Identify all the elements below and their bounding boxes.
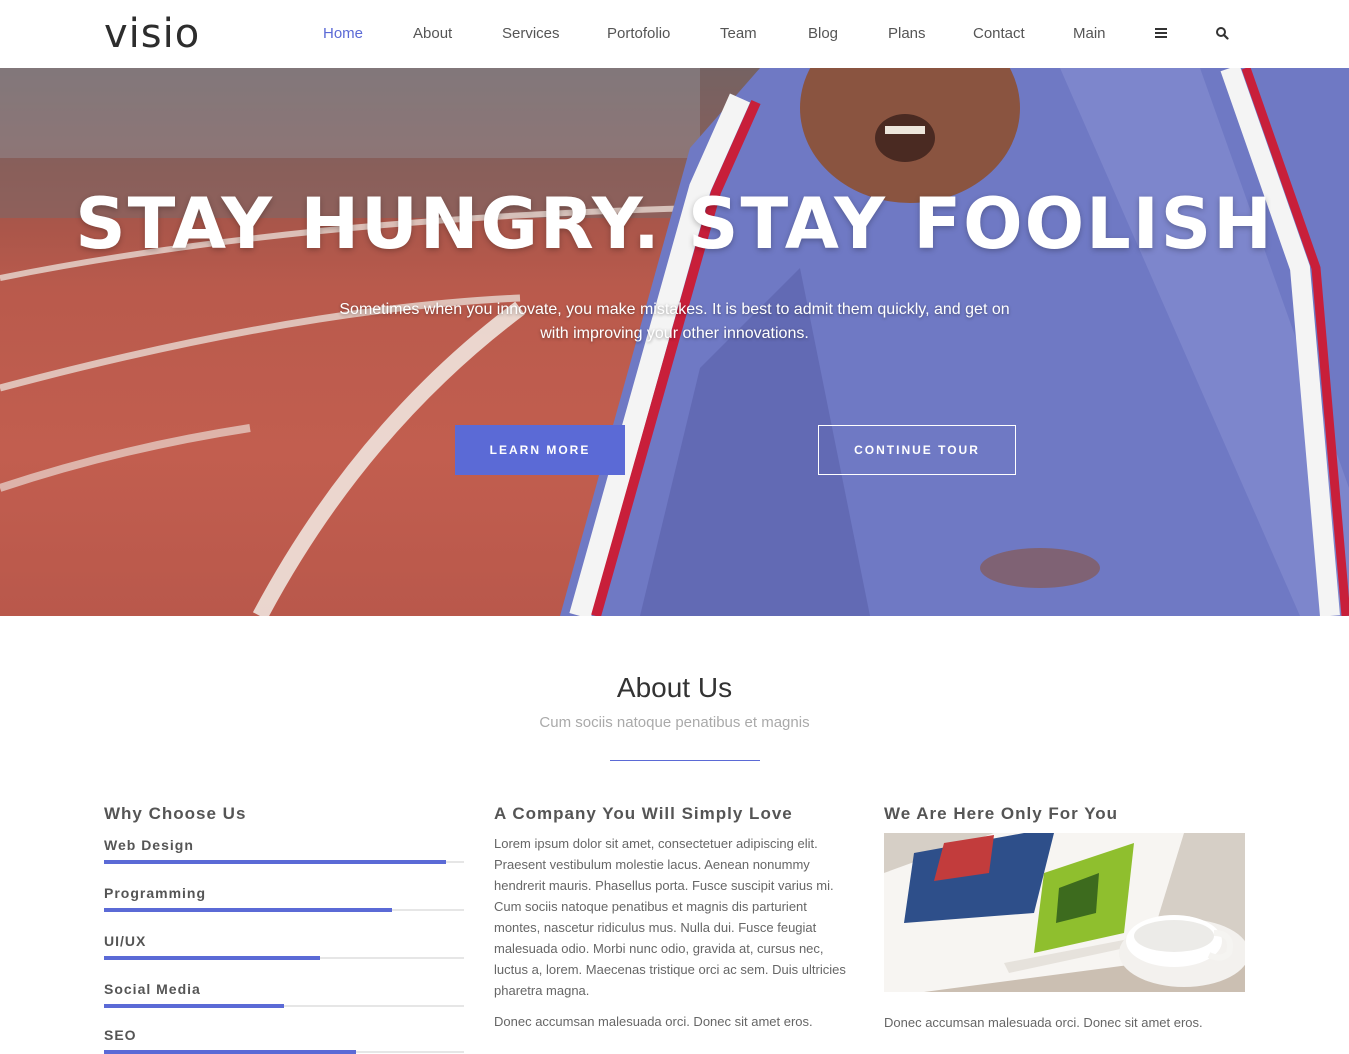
logo[interactable]: visio xyxy=(104,10,200,58)
section-title: About Us xyxy=(616,672,733,703)
skill-track xyxy=(104,908,464,912)
skill-fill xyxy=(104,1050,356,1054)
nav-item-main[interactable]: Main xyxy=(1073,24,1106,44)
magazine-coffee-image xyxy=(884,833,1245,992)
company-text: Lorem ipsum dolor sit amet, consectetuer… xyxy=(494,836,846,998)
company-text-2: Donec accumsan malesuada orci. Donec sit… xyxy=(494,1014,813,1029)
nav-item-team[interactable]: Team xyxy=(720,24,757,44)
skill-label: Social Media xyxy=(104,981,201,997)
hamburger-icon[interactable] xyxy=(1154,25,1170,43)
skill-seo: SEO xyxy=(104,1026,464,1054)
skill-fill xyxy=(104,1004,284,1008)
skill-programming: Programming xyxy=(104,884,464,912)
top-navbar: visio Home About Services Portofolio Tea… xyxy=(0,0,1349,68)
nav-item-home[interactable]: Home xyxy=(323,24,363,44)
company-title: A Company You Will Simply Love xyxy=(494,804,793,823)
learn-more-button[interactable]: LEARN MORE xyxy=(455,425,625,475)
skill-ui-ux: UI/UX xyxy=(104,932,464,960)
skill-track xyxy=(104,1050,464,1054)
skill-track xyxy=(104,956,464,960)
here-for-you-title: We Are Here Only For You xyxy=(884,804,1119,823)
nav-item-about[interactable]: About xyxy=(413,24,452,44)
skill-fill xyxy=(104,956,320,960)
hero-title: STAY HUNGRY. STAY FOOLISH xyxy=(75,183,1274,265)
hero-subtitle: Sometimes when you innovate, you make mi… xyxy=(339,301,1010,342)
search-icon[interactable] xyxy=(1215,25,1231,43)
nav-item-services[interactable]: Services xyxy=(502,24,560,44)
here-for-you-text: Donec accumsan malesuada orci. Donec sit… xyxy=(884,1015,1203,1030)
hero-section: STAY HUNGRY. STAY FOOLISH Sometimes when… xyxy=(0,68,1349,616)
skill-label: UI/UX xyxy=(104,933,147,949)
nav-item-portofolio[interactable]: Portofolio xyxy=(607,24,670,44)
skill-label: Web Design xyxy=(104,837,194,853)
skill-track xyxy=(104,860,464,864)
skill-fill xyxy=(104,860,446,864)
skill-label: Programming xyxy=(104,885,207,901)
skill-label: SEO xyxy=(104,1027,137,1043)
section-divider xyxy=(610,760,760,761)
section-subtitle: Cum sociis natoque penatibus et magnis xyxy=(539,714,810,731)
skill-track xyxy=(104,1004,464,1008)
skill-social-media: Social Media xyxy=(104,980,464,1008)
skill-web-design: Web Design xyxy=(104,836,464,864)
nav-item-contact[interactable]: Contact xyxy=(973,24,1025,44)
why-choose-us-title: Why Choose Us xyxy=(104,804,247,823)
nav-item-blog[interactable]: Blog xyxy=(808,24,838,44)
nav-item-plans[interactable]: Plans xyxy=(888,24,926,44)
skill-fill xyxy=(104,908,392,912)
continue-tour-button[interactable]: CONTINUE TOUR xyxy=(818,425,1016,475)
